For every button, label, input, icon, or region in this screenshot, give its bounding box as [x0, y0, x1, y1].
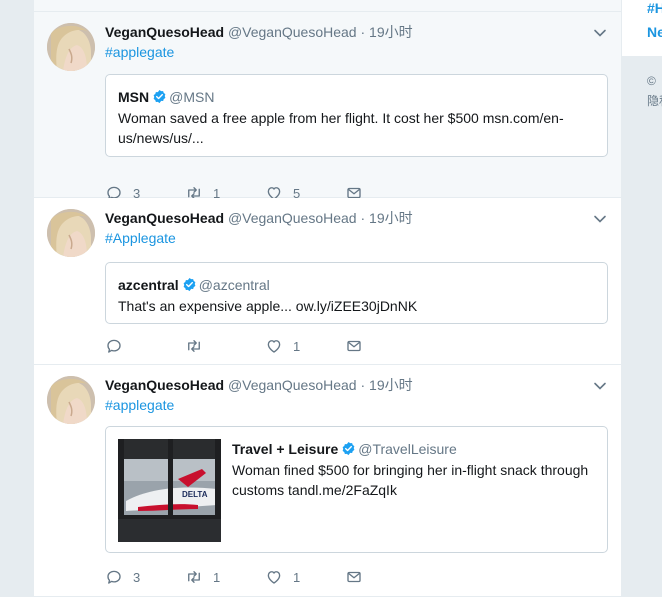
aircraft-livery-text: DELTA: [182, 490, 208, 499]
author-handle[interactable]: @VeganQuesoHead: [228, 377, 357, 393]
author-handle[interactable]: @VeganQuesoHead: [228, 24, 357, 40]
quoted-tweet-header: azcentral @azcentral: [118, 276, 270, 294]
envelope-icon: [347, 571, 361, 583]
tweet-header: VeganQuesoHead @VeganQuesoHead · 19小时: [105, 376, 581, 394]
timeline: VeganQuesoHead @VeganQuesoHead · 19小时 #a…: [33, 0, 622, 597]
like-button[interactable]: 1: [265, 336, 300, 356]
author-handle[interactable]: @VeganQuesoHead: [228, 210, 357, 226]
quoted-tweet-header: MSN @MSN: [118, 88, 214, 106]
footer-copyright: ©: [647, 74, 656, 88]
tweet-timestamp[interactable]: 19小时: [369, 24, 413, 40]
reply-button[interactable]: [105, 336, 133, 356]
footer-privacy-link[interactable]: 隐私: [647, 92, 662, 109]
author-name[interactable]: VeganQuesoHead: [105, 210, 224, 226]
avatar[interactable]: [47, 376, 95, 424]
hashtag-link[interactable]: #Applegate: [105, 229, 176, 247]
quoted-author-handle: @TravelLeisure: [358, 441, 457, 457]
verified-badge-icon: [342, 441, 355, 456]
avatar[interactable]: [47, 23, 95, 71]
separator-dot: ·: [360, 24, 366, 40]
tweet-timestamp[interactable]: 19小时: [369, 210, 413, 226]
quoted-author-name: MSN: [118, 89, 150, 105]
hashtag-link[interactable]: #applegate: [105, 396, 174, 414]
chevron-down-icon[interactable]: [593, 379, 607, 393]
right-sidebar: #H Ne © 隐私: [622, 0, 662, 597]
quoted-author-name: azcentral: [118, 277, 179, 293]
separator-dot: ·: [360, 210, 366, 226]
direct-message-button[interactable]: [345, 336, 363, 356]
quoted-author-handle: @azcentral: [198, 277, 270, 293]
quoted-tweet-text: That's an expensive apple... ow.ly/iZEE3…: [118, 298, 418, 314]
trend-link[interactable]: #H: [647, 0, 662, 16]
tweet[interactable]: VeganQuesoHead @VeganQuesoHead · 19小时 #a…: [34, 12, 621, 201]
quoted-author-name: Travel + Leisure: [232, 441, 339, 457]
tweet-header: VeganQuesoHead @VeganQuesoHead · 19小时: [105, 209, 581, 227]
envelope-icon: [347, 340, 361, 352]
quoted-tweet-image: DELTA: [118, 439, 221, 542]
retweet-icon: [188, 571, 200, 583]
tweet[interactable]: VeganQuesoHead @VeganQuesoHead · 19小时 #A…: [34, 198, 621, 365]
tweet-timestamp[interactable]: 19小时: [369, 377, 413, 393]
avatar[interactable]: [47, 209, 95, 257]
quoted-tweet-card[interactable]: MSN @MSN Woman saved a free apple from he…: [105, 74, 608, 157]
separator-dot: ·: [360, 377, 366, 393]
quoted-tweet-text: Woman saved a free apple from her flight…: [118, 110, 564, 146]
trends-card: #H Ne: [622, 0, 662, 57]
reply-count: 3: [133, 569, 141, 585]
direct-message-button[interactable]: [345, 567, 363, 587]
quoted-tweet-card[interactable]: DELTA Travel + Leisure @TravelLeisure Wom…: [105, 426, 608, 553]
heart-icon: [267, 340, 281, 353]
retweet-button[interactable]: 1: [185, 567, 220, 587]
like-count: 1: [293, 338, 301, 354]
hashtag-link[interactable]: #applegate: [105, 43, 174, 61]
chevron-down-icon[interactable]: [593, 212, 607, 226]
quoted-tweet-header: Travel + Leisure @TravelLeisure: [232, 440, 457, 458]
retweet-count: 1: [213, 569, 221, 585]
quoted-tweet-text: Woman fined $500 for bringing her in-fli…: [232, 462, 589, 498]
trend-link[interactable]: Ne: [647, 24, 662, 40]
reply-icon: [107, 339, 121, 353]
timeline-top-divider: [34, 0, 621, 12]
tweet-header: VeganQuesoHead @VeganQuesoHead · 19小时: [105, 23, 581, 41]
verified-badge-icon: [153, 89, 166, 104]
reply-button[interactable]: 3: [105, 567, 140, 587]
retweet-button[interactable]: [185, 336, 213, 356]
reply-icon: [107, 570, 121, 584]
heart-icon: [267, 571, 281, 584]
tweet[interactable]: VeganQuesoHead @VeganQuesoHead · 19小时 #a…: [34, 365, 621, 597]
verified-badge-icon: [183, 277, 196, 292]
like-count: 1: [293, 569, 301, 585]
author-name[interactable]: VeganQuesoHead: [105, 24, 224, 40]
chevron-down-icon[interactable]: [593, 26, 607, 40]
author-name[interactable]: VeganQuesoHead: [105, 377, 224, 393]
retweet-icon: [188, 340, 200, 352]
like-button[interactable]: 1: [265, 567, 300, 587]
quoted-tweet-card[interactable]: azcentral @azcentral That's an expensive …: [105, 262, 608, 324]
quoted-author-handle: @MSN: [169, 89, 215, 105]
